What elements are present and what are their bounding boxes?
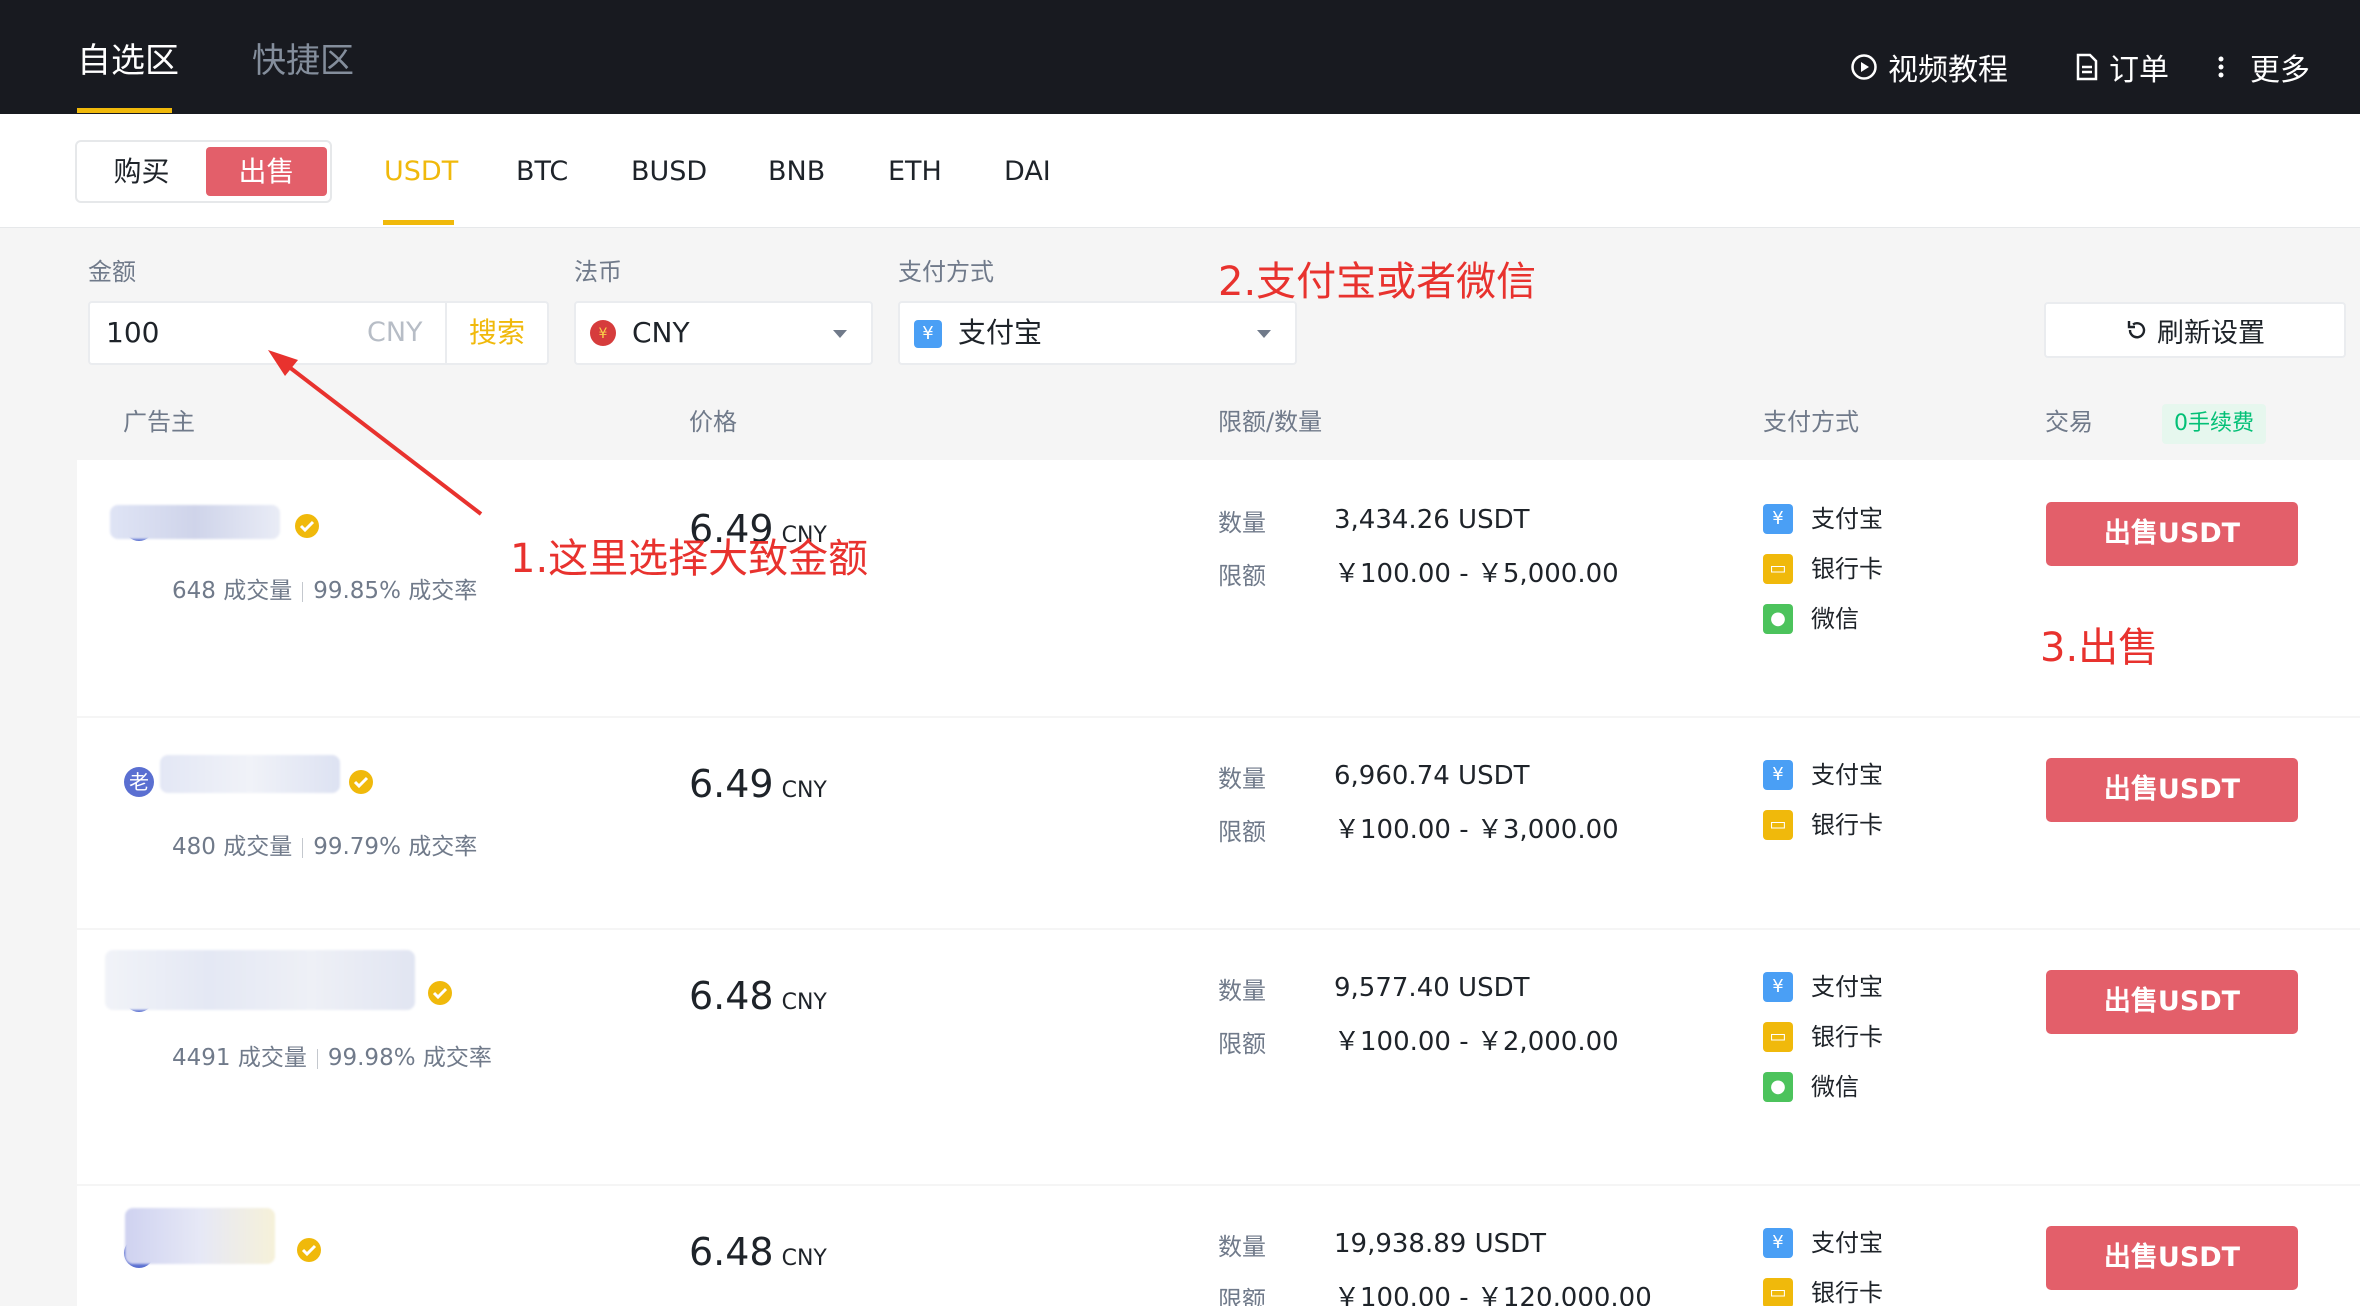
annotation-step3: 3.出售: [2040, 625, 2159, 671]
annotation-arrow-icon: [268, 350, 483, 516]
annotation-step2: 2.支付宝或者微信: [1218, 259, 1537, 305]
annotation-step1: 1.这里选择大致金额: [510, 536, 869, 582]
p2p-page: { "top_nav": { "tabs": [{"label": "自选区"}…: [0, 0, 2360, 1306]
